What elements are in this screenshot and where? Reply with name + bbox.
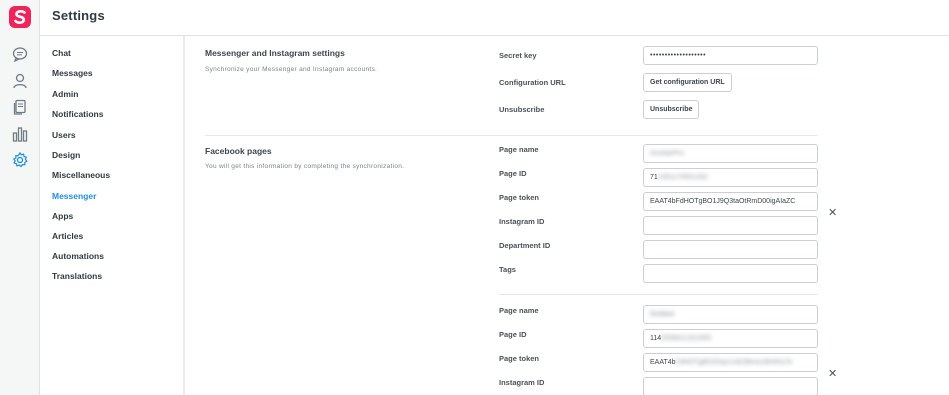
configuration-url-label: Configuration URL	[499, 78, 566, 87]
tags-label: Tags	[499, 265, 516, 274]
section-divider	[205, 135, 818, 136]
nav-item-admin[interactable]: Admin	[52, 89, 78, 99]
secret-key-input[interactable]: •••••••••••••••••••	[643, 46, 818, 65]
page-id-label: Page ID	[499, 330, 527, 339]
page-name-value: Multibid	[650, 311, 675, 318]
page-token-value: EAAT4bFdHOTgBO1J9Q3taOtRmD00igAIaZC	[650, 198, 796, 205]
page-token-label: Page token	[499, 354, 540, 363]
nav-item-articles[interactable]: Articles	[52, 231, 83, 241]
page-token-input[interactable]: EAAT4bFdHOTgBO2Dqv1cfk2BexeJ6HtHu7k	[643, 353, 818, 372]
page-id-redacted: 2351170551332	[657, 174, 708, 181]
page-id-label: Page ID	[499, 169, 527, 178]
nav-item-automations[interactable]: Automations	[52, 251, 104, 261]
page-id-redacted: 0559011322455	[661, 335, 712, 342]
unsubscribe-label: Unsubscribe	[499, 105, 545, 114]
facebook-section-description: You will get this information by complet…	[205, 163, 405, 170]
page-name-label: Page name	[499, 145, 539, 154]
nav-item-miscellaneous[interactable]: Miscellaneous	[52, 170, 110, 180]
page-title: Settings	[52, 8, 105, 23]
department-id-label: Department ID	[499, 241, 551, 250]
settings-nav: Chat Messages Admin Notifications Users …	[40, 36, 185, 395]
messenger-section-description: Synchronize your Messenger and Instagram…	[205, 66, 378, 73]
page-name-input[interactable]: Multibid	[643, 305, 818, 324]
department-id-input[interactable]	[643, 240, 818, 259]
messenger-section-title: Messenger and Instagram settings	[205, 48, 345, 58]
page-token-input[interactable]: EAAT4bFdHOTgBO1J9Q3taOtRmD00igAIaZC	[643, 192, 818, 211]
nav-item-translations[interactable]: Translations	[52, 271, 102, 281]
user-icon[interactable]	[11, 72, 29, 90]
bar-chart-icon[interactable]	[11, 125, 29, 143]
remove-page-button[interactable]: ✕	[828, 367, 837, 380]
page-id-value: 114	[650, 335, 662, 342]
page-name-value: AuxiliarPro	[650, 150, 684, 157]
page-name-label: Page name	[499, 306, 539, 315]
logo-icon[interactable]	[9, 6, 31, 28]
settings-content: Messenger and Instagram settings Synchro…	[187, 36, 949, 395]
documents-icon[interactable]	[11, 98, 29, 116]
nav-item-apps[interactable]: Apps	[52, 211, 73, 221]
page-token-label: Page token	[499, 193, 540, 202]
unsubscribe-button[interactable]: Unsubscribe	[643, 100, 700, 119]
tags-input[interactable]	[643, 264, 818, 283]
nav-item-messages[interactable]: Messages	[52, 68, 93, 78]
top-bar: Settings	[40, 0, 949, 36]
facebook-section-title: Facebook pages	[205, 146, 272, 156]
page-id-value: 71	[650, 174, 658, 181]
nav-item-users[interactable]: Users	[52, 130, 76, 140]
instagram-id-input[interactable]	[643, 216, 818, 235]
page-name-input[interactable]: AuxiliarPro	[643, 144, 818, 163]
remove-page-button[interactable]: ✕	[828, 206, 837, 219]
page-token-redacted: FdHOTgBO2Dqv1cfk2BexeJ6HtHu7k	[675, 359, 793, 366]
chat-bubble-icon[interactable]	[11, 45, 29, 63]
page-divider	[499, 294, 818, 295]
page-id-input[interactable]: 1140559011322455	[643, 329, 818, 348]
nav-item-chat[interactable]: Chat	[52, 48, 71, 58]
page-id-input[interactable]: 712351170551332	[643, 168, 818, 187]
instagram-id-label: Instagram ID	[499, 378, 545, 387]
gear-icon[interactable]	[11, 151, 29, 169]
secret-key-label: Secret key	[499, 51, 537, 60]
nav-item-design[interactable]: Design	[52, 150, 80, 160]
get-configuration-url-button[interactable]: Get configuration URL	[643, 73, 732, 92]
page-token-value: EAAT4b	[650, 359, 676, 366]
instagram-id-input[interactable]	[643, 377, 818, 395]
instagram-id-label: Instagram ID	[499, 217, 545, 226]
nav-item-messenger[interactable]: Messenger	[52, 191, 96, 201]
nav-item-notifications[interactable]: Notifications	[52, 109, 103, 119]
icon-rail	[0, 0, 40, 395]
